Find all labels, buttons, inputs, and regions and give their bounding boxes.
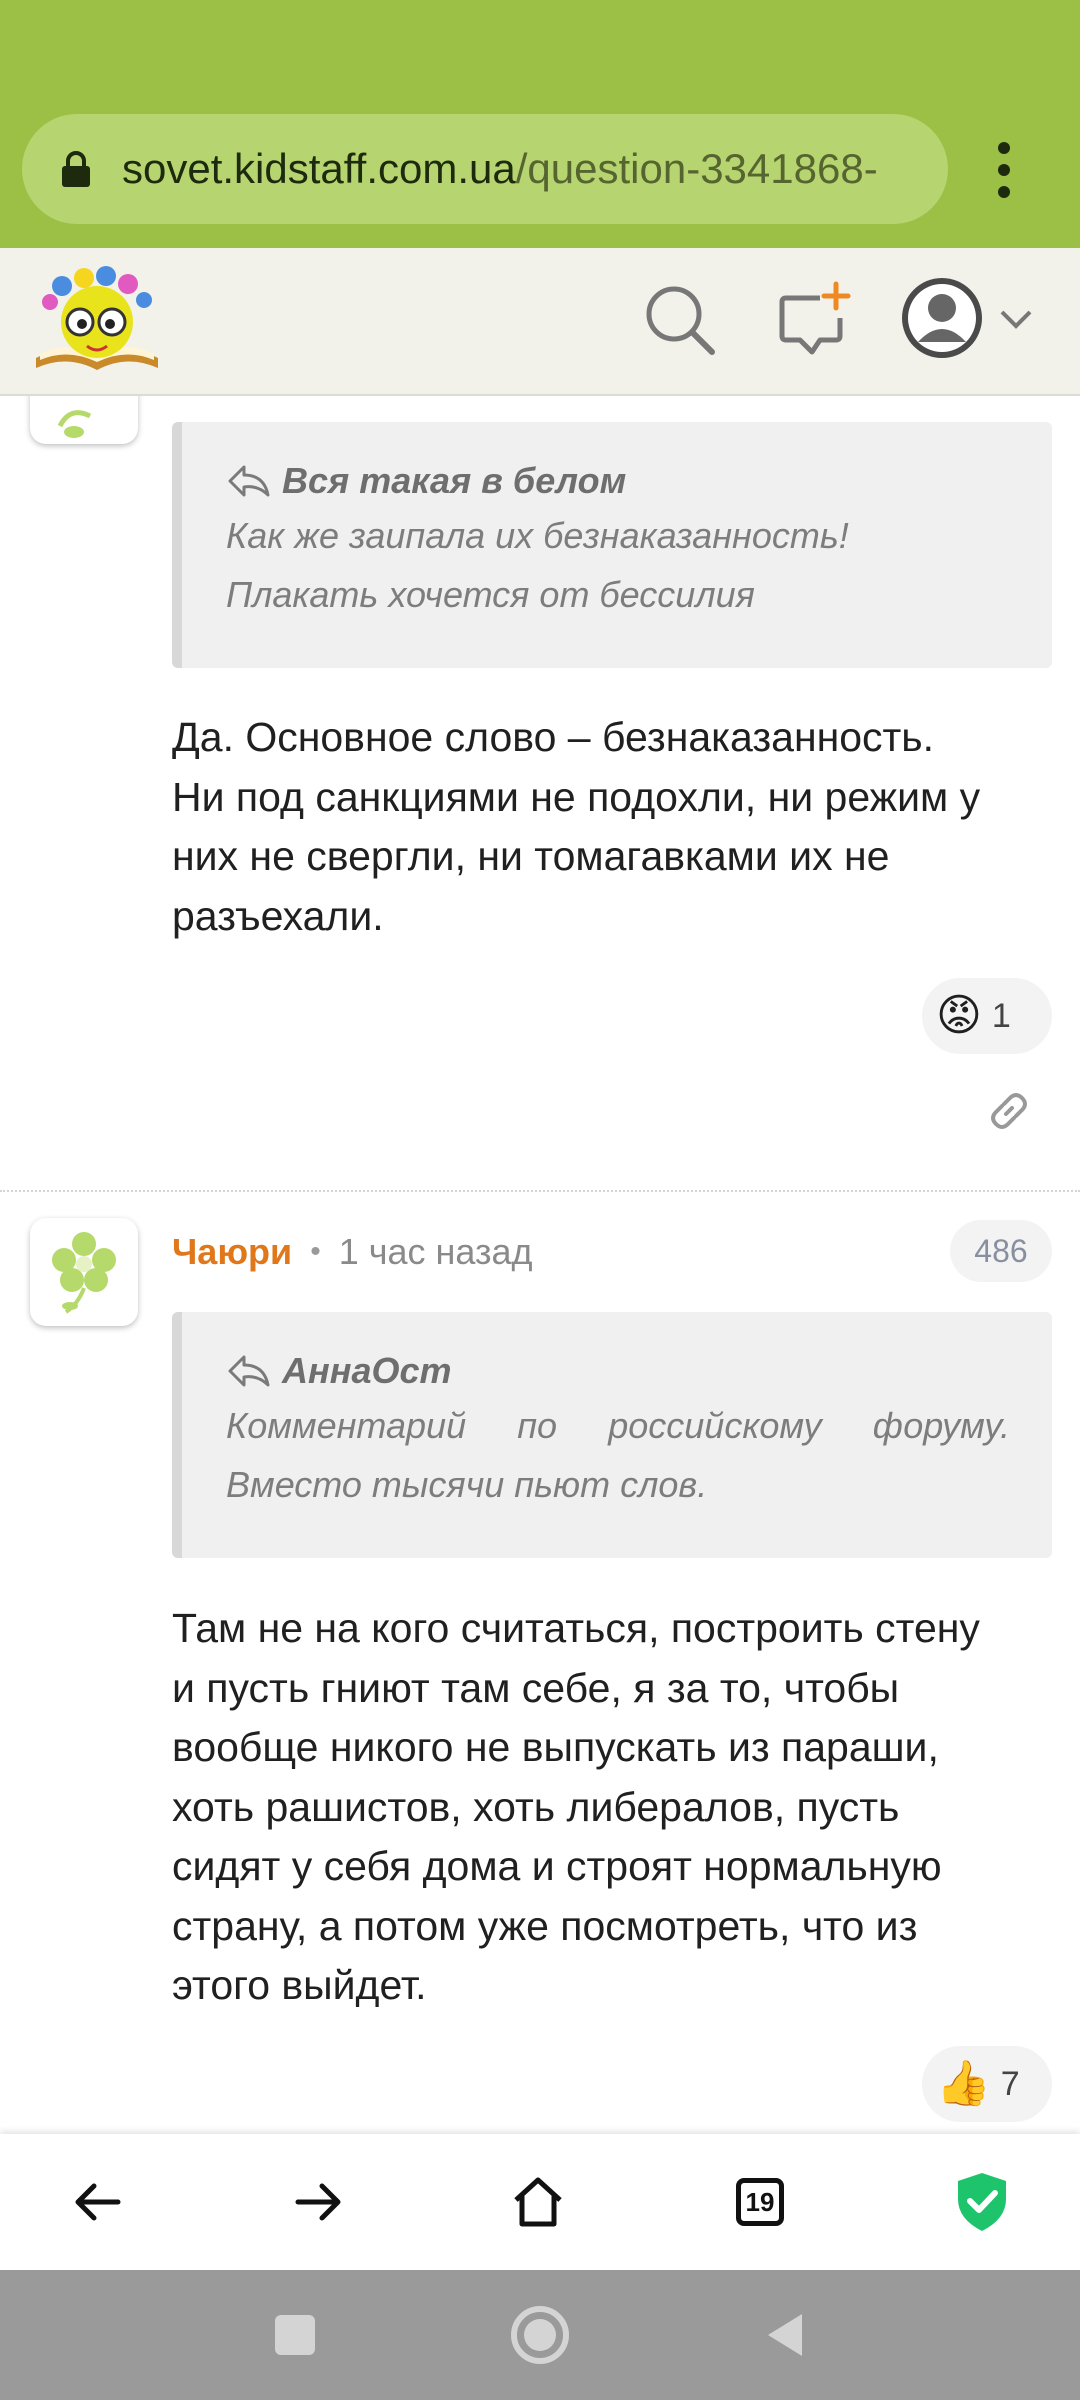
lock-icon — [62, 151, 90, 187]
tab-count: 19 — [745, 2186, 775, 2217]
reply-arrow-icon — [228, 1355, 270, 1387]
user-avatar-icon — [902, 278, 982, 358]
recents-square-icon[interactable] — [260, 2300, 330, 2370]
comments-feed: Вся такая в белом Как же заипала их безн… — [0, 396, 1080, 2134]
comment-meta: Чаюри • 1 час назад — [172, 1222, 533, 1282]
quote-text-line: Комментарий по российскому форуму. — [226, 1396, 1010, 1455]
comment-line: них не свергли, ни томагавками их не — [172, 833, 890, 879]
comment-time: 1 час назад — [338, 1231, 533, 1272]
new-message-icon[interactable] — [772, 278, 856, 362]
url-host: sovet.kidstaff.com.ua — [122, 145, 516, 192]
comment-line: Ни под санкциями не подохли, ни режим у — [172, 773, 981, 820]
tabs-icon: 19 — [736, 2178, 784, 2226]
privacy-shield-button[interactable] — [938, 2158, 1026, 2246]
reaction-button[interactable]: 😡 1 — [922, 978, 1052, 1054]
quote-author: АннаОст — [282, 1350, 452, 1391]
quote-text-line: Как же заипала их безнаказанность! — [226, 515, 849, 556]
comment-body: Там не на кого считаться, построить стен… — [172, 1599, 1052, 2016]
back-triangle-icon[interactable] — [750, 2300, 820, 2370]
system-navigation-bar — [0, 2270, 1080, 2400]
comment-divider — [0, 1190, 1080, 1192]
commenter-avatar[interactable] — [30, 396, 138, 444]
quote-text-line: Плакать хочется от бессилия — [226, 574, 755, 615]
comment-line: и пусть гниют там себе, я за то, чтобы — [172, 1664, 900, 1711]
comment-body: Да. Основное слово – безнаказанность. Ни… — [172, 708, 1052, 946]
quoted-comment: Вся такая в белом Как же заипала их безн… — [172, 422, 1052, 668]
clover-avatar-icon — [57, 410, 92, 438]
meta-separator: • — [310, 1235, 321, 1268]
quote-word: форуму. — [872, 1405, 1010, 1446]
comment-line: Там не на кого считаться, построить стен… — [172, 1605, 980, 1651]
reaction-count: 1 — [991, 996, 1011, 1035]
site-header — [0, 248, 1080, 396]
home-button[interactable] — [494, 2158, 582, 2246]
quote-word: российскому — [608, 1405, 822, 1446]
clover-avatar-icon — [52, 1232, 116, 1314]
quoted-comment: АннаОст Комментарий по российскому форум… — [172, 1312, 1052, 1558]
quote-text-line: Вместо тысячи пьют слов. — [226, 1464, 708, 1505]
address-bar[interactable]: sovet.kidstaff.com.ua/question-3341868- — [22, 114, 948, 224]
comment-line: разъехали. — [172, 892, 384, 939]
quote-author: Вся такая в белом — [282, 460, 627, 501]
home-icon — [514, 2177, 562, 2227]
thumbs-up-emoji-icon: 👍 — [936, 2059, 991, 2108]
shield-check-icon — [958, 2173, 1006, 2231]
user-menu[interactable] — [900, 276, 1040, 366]
comment-line: вообще никого не выпускать из параши, — [172, 1724, 939, 1770]
browser-bottom-toolbar: 19 — [0, 2134, 1080, 2270]
forward-button[interactable] — [274, 2158, 362, 2246]
kidstaff-logo-icon[interactable] — [32, 262, 162, 380]
comment-author[interactable]: Чаюри — [172, 1231, 292, 1273]
reply-arrow-icon — [228, 465, 270, 497]
url-text[interactable]: sovet.kidstaff.com.ua/question-3341868- — [122, 114, 932, 224]
quote-author-row: АннаОст — [226, 1346, 1010, 1396]
browser-toolbar: sovet.kidstaff.com.ua/question-3341868- — [0, 0, 1080, 248]
commenter-avatar[interactable] — [30, 1218, 138, 1326]
link-icon[interactable] — [984, 1086, 1034, 1136]
forward-arrow-icon — [295, 2183, 341, 2221]
search-icon[interactable] — [638, 278, 722, 362]
quote-word: по — [517, 1405, 558, 1446]
back-arrow-icon — [75, 2183, 121, 2221]
kebab-menu-icon[interactable] — [984, 140, 1024, 200]
comment-line: сидят у себя дома и строят нормальную — [172, 1843, 942, 1889]
comment-line: страну, а потом уже посмотреть, что из — [172, 1902, 918, 1949]
tabs-button[interactable]: 19 — [716, 2158, 804, 2246]
rating-badge: 486 — [950, 1220, 1052, 1282]
url-path: /question-3341868- — [515, 145, 878, 192]
reaction-button[interactable]: 👍 7 — [922, 2046, 1052, 2122]
comment-line: Да. Основное слово – безнаказанность. — [172, 714, 935, 760]
reaction-count: 7 — [1000, 2064, 1020, 2103]
angry-emoji-icon: 😡 — [936, 991, 982, 1040]
comment-line: этого выйдет. — [172, 1962, 427, 2008]
comment-line: хоть рашистов, хоть либералов, пусть — [172, 1783, 900, 1830]
quote-author-row: Вся такая в белом — [226, 456, 1010, 506]
quote-word: Комментарий — [226, 1405, 467, 1446]
back-button[interactable] — [54, 2158, 142, 2246]
home-circle-icon[interactable] — [505, 2300, 575, 2370]
chevron-down-icon — [1000, 310, 1032, 329]
